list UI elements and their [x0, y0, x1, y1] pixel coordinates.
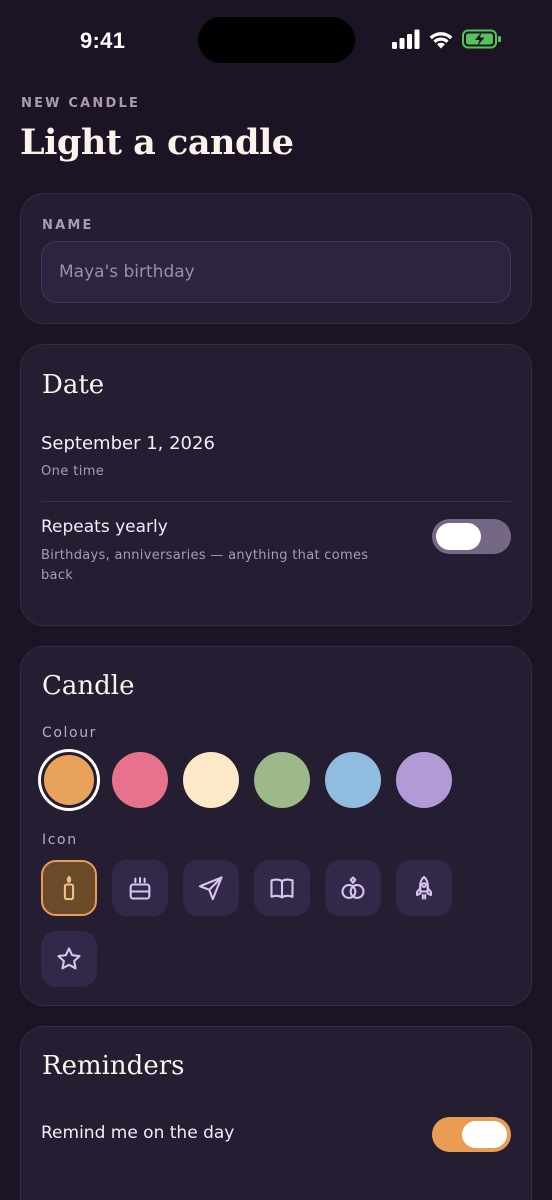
colour-swatch-blue[interactable]: [325, 752, 381, 808]
toggle-knob: [462, 1121, 507, 1148]
date-card: Date September 1, 2026 One time Repeats …: [20, 344, 532, 626]
reminders-card: Reminders Remind me on the day: [20, 1026, 532, 1200]
repeat-yearly-toggle[interactable]: [432, 519, 511, 554]
divider: [41, 501, 511, 502]
name-card: NAME: [20, 193, 532, 324]
icon-option-rings[interactable]: [325, 860, 381, 916]
repeat-row: Repeats yearly Birthdays, anniversaries …: [41, 517, 511, 597]
remind-on-day-toggle[interactable]: [432, 1117, 511, 1152]
candle-icon: [63, 875, 75, 901]
status-icons: [392, 29, 502, 49]
icon-option-cake[interactable]: [112, 860, 168, 916]
status-bar: 9:41: [0, 0, 552, 84]
candle-card-title: Candle: [42, 671, 135, 701]
screen: 9:41 NEW CANDLE Light a candle NAME Maya…: [0, 0, 552, 1200]
repeat-description: Birthdays, anniversaries — anything that…: [41, 548, 369, 583]
colour-swatch-purple[interactable]: [396, 752, 452, 808]
wifi-icon: [428, 29, 454, 49]
date-picker-row[interactable]: September 1, 2026 One time: [41, 433, 511, 501]
colour-label: Colour: [42, 725, 98, 741]
date-card-title: Date: [42, 370, 105, 400]
reminders-card-title: Reminders: [42, 1051, 185, 1081]
cellular-signal-icon: [392, 29, 420, 49]
page-eyebrow: NEW CANDLE: [21, 96, 141, 111]
icon-option-book[interactable]: [254, 860, 310, 916]
dynamic-island: [198, 17, 355, 63]
cake-icon: [129, 877, 151, 900]
icon-options: [41, 860, 461, 987]
colour-swatch-cream[interactable]: [183, 752, 239, 808]
name-label: NAME: [42, 218, 94, 233]
icon-option-candle[interactable]: [41, 860, 97, 916]
icon-option-paper-plane[interactable]: [183, 860, 239, 916]
star-icon: [57, 947, 81, 970]
date-frequency: One time: [41, 464, 105, 479]
remind-on-day-label: Remind me on the day: [41, 1123, 235, 1143]
book-icon: [270, 878, 294, 899]
name-input[interactable]: [41, 241, 511, 303]
icon-option-rocket[interactable]: [396, 860, 452, 916]
date-value: September 1, 2026: [41, 433, 215, 454]
colour-swatches: [41, 752, 452, 808]
battery-charging-icon: [462, 29, 502, 49]
remind-on-day-row: Remind me on the day: [41, 1117, 511, 1157]
toggle-knob: [436, 523, 481, 550]
icon-label: Icon: [42, 832, 78, 848]
icon-option-star[interactable]: [41, 931, 97, 987]
candle-card: Candle Colour Icon: [20, 646, 532, 1006]
paper-plane-icon: [198, 876, 223, 901]
colour-swatch-orange[interactable]: [41, 752, 97, 808]
rocket-icon: [415, 875, 433, 900]
status-time: 9:41: [80, 28, 126, 53]
colour-swatch-green[interactable]: [254, 752, 310, 808]
page-title: Light a candle: [20, 122, 294, 163]
rings-icon: [341, 876, 365, 899]
colour-swatch-pink[interactable]: [112, 752, 168, 808]
